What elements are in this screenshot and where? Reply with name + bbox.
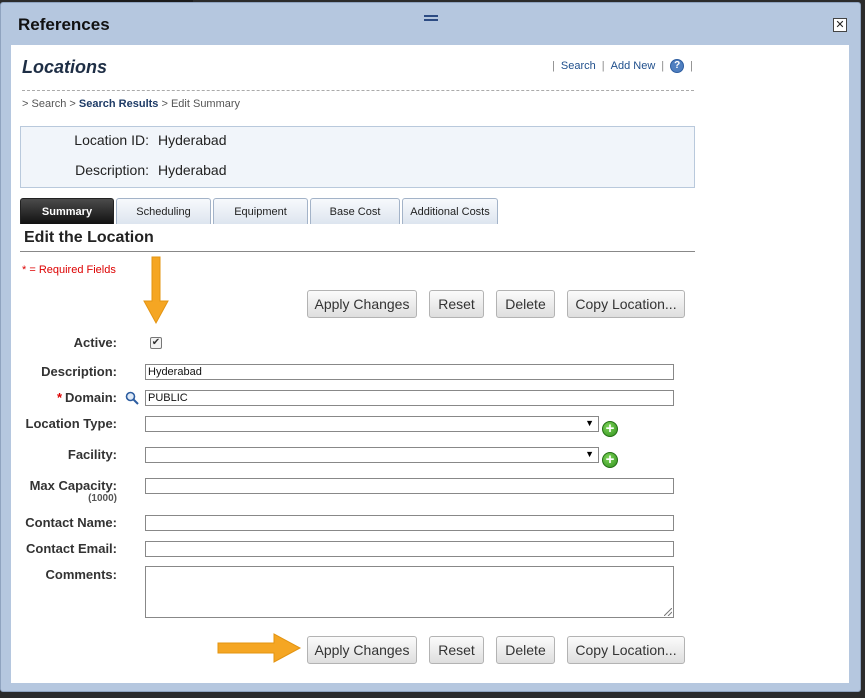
- apply-changes-button[interactable]: Apply Changes: [307, 636, 417, 664]
- breadcrumb-search-results[interactable]: Search Results: [79, 98, 158, 110]
- breadcrumb-separator: >: [69, 98, 76, 110]
- section-divider: [20, 251, 695, 252]
- location-type-label: Location Type:: [25, 416, 117, 431]
- info-description-label: Description:: [75, 162, 149, 178]
- references-dialog: References ✕ Locations | Search | Add Ne…: [0, 2, 861, 692]
- search-icon[interactable]: [125, 391, 139, 405]
- link-separator: |: [661, 60, 665, 72]
- top-links: | Search | Add New | ? |: [546, 59, 699, 73]
- right-arrow-annotation-icon: [217, 633, 302, 663]
- close-icon[interactable]: ✕: [833, 18, 847, 32]
- tab-equipment[interactable]: Equipment: [213, 198, 308, 224]
- max-capacity-hint: (1000): [88, 493, 117, 504]
- location-id-value: Hyderabad: [158, 132, 227, 148]
- breadcrumb-separator: >: [161, 98, 168, 110]
- location-info-box: Location ID: Hyderabad Description: Hyde…: [20, 126, 695, 188]
- domain-label: * Domain:: [56, 390, 117, 405]
- reset-button[interactable]: Reset: [429, 290, 484, 318]
- breadcrumb: > Search > Search Results > Edit Summary: [22, 98, 240, 110]
- dialog-content: Locations | Search | Add New | ? | > Sea…: [11, 45, 849, 683]
- search-link[interactable]: Search: [561, 60, 596, 72]
- contact-name-label: Contact Name:: [25, 515, 117, 530]
- tab-additional-costs[interactable]: Additional Costs: [402, 198, 498, 224]
- add-new-link[interactable]: Add New: [611, 60, 656, 72]
- delete-button[interactable]: Delete: [496, 636, 555, 664]
- description-field[interactable]: Hyderabad: [145, 364, 674, 380]
- contact-email-label: Contact Email:: [25, 541, 117, 556]
- active-label: Active:: [73, 335, 117, 350]
- tab-base-cost[interactable]: Base Cost: [310, 198, 400, 224]
- dialog-title-bar[interactable]: References ✕: [1, 3, 860, 45]
- chevron-down-icon: ▼: [585, 418, 594, 428]
- max-capacity-field[interactable]: [145, 478, 674, 494]
- chevron-down-icon: ▼: [585, 449, 594, 459]
- title-divider: [22, 90, 694, 91]
- link-separator: |: [552, 60, 555, 72]
- info-description-value: Hyderabad: [158, 162, 227, 178]
- tab-bar: Summary Scheduling Equipment Base Cost A…: [20, 198, 500, 224]
- dialog-title: References: [18, 15, 110, 34]
- max-capacity-label: Max Capacity:: [29, 478, 117, 493]
- contact-name-field[interactable]: [145, 515, 674, 531]
- copy-location-button[interactable]: Copy Location...: [567, 290, 685, 318]
- facility-label: Facility:: [67, 447, 117, 462]
- description-label: Description:: [41, 364, 117, 379]
- add-facility-icon[interactable]: +: [602, 452, 618, 468]
- active-checkbox[interactable]: ✔: [150, 337, 162, 349]
- breadcrumb-current: Edit Summary: [170, 98, 241, 110]
- link-separator: |: [690, 60, 693, 72]
- comments-field[interactable]: [145, 566, 674, 618]
- down-arrow-annotation-icon: [143, 256, 169, 325]
- reset-button[interactable]: Reset: [429, 636, 484, 664]
- required-star: *: [56, 390, 62, 405]
- facility-select[interactable]: ▼: [145, 447, 599, 463]
- breadcrumb-search[interactable]: Search: [32, 98, 67, 110]
- help-icon[interactable]: ?: [670, 59, 685, 73]
- comments-label: Comments:: [45, 567, 117, 582]
- tab-summary[interactable]: Summary: [20, 198, 114, 224]
- delete-button[interactable]: Delete: [496, 290, 555, 318]
- contact-email-field[interactable]: [145, 541, 674, 557]
- drag-handle-icon[interactable]: [424, 15, 438, 21]
- add-location-type-icon[interactable]: +: [602, 421, 618, 437]
- copy-location-button[interactable]: Copy Location...: [567, 636, 685, 664]
- link-separator: |: [601, 60, 605, 72]
- required-fields-note: * = Required Fields: [22, 264, 116, 276]
- breadcrumb-separator: >: [22, 98, 29, 110]
- location-id-label: Location ID:: [74, 132, 149, 148]
- apply-changes-button[interactable]: Apply Changes: [307, 290, 417, 318]
- domain-field[interactable]: PUBLIC: [145, 390, 674, 406]
- location-type-select[interactable]: ▼: [145, 416, 599, 432]
- resize-handle-icon[interactable]: [664, 608, 672, 616]
- tab-scheduling[interactable]: Scheduling: [116, 198, 211, 224]
- section-title: Edit the Location: [24, 229, 154, 246]
- page-title: Locations: [22, 57, 108, 77]
